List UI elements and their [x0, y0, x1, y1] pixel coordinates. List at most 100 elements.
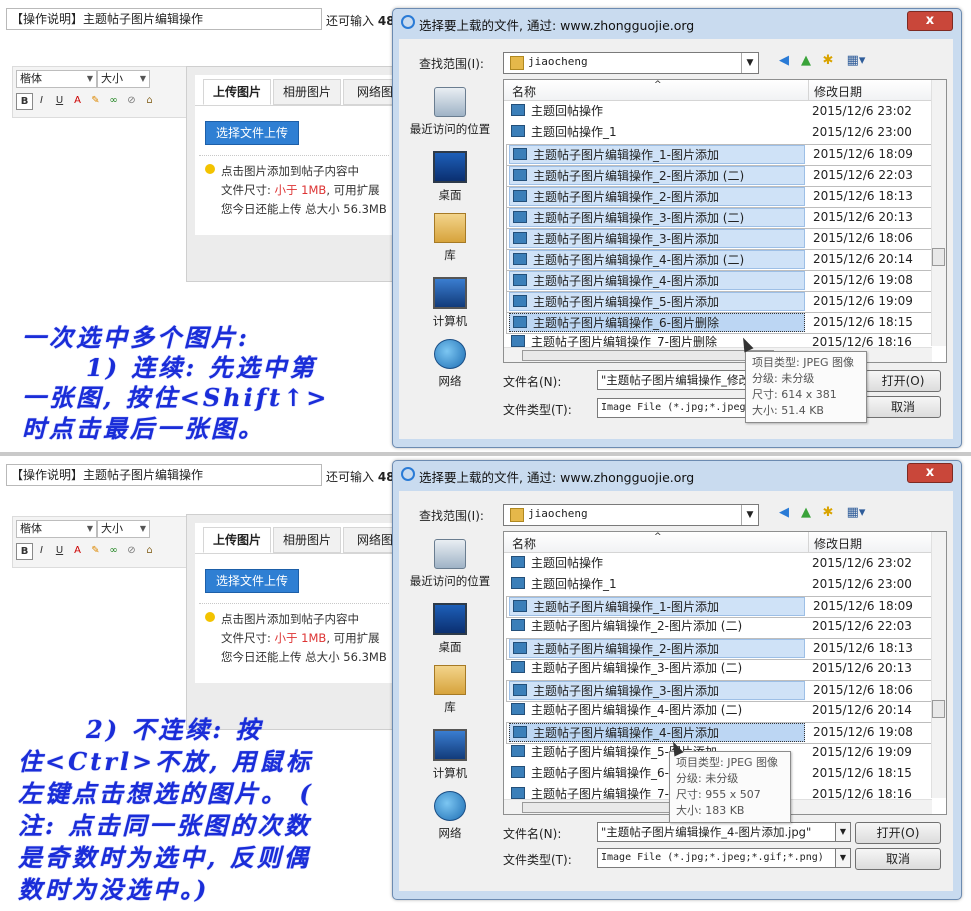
- column-name[interactable]: 名称: [512, 535, 536, 552]
- place-library[interactable]: 库: [407, 665, 493, 715]
- file-row[interactable]: 主题帖子图片编辑操作_2-图片添加 (二) 2015/12/6 22:03: [506, 165, 937, 187]
- file-row[interactable]: 主题回帖操作_1 2015/12/6 23:00: [506, 575, 932, 595]
- scroll-thumb[interactable]: [932, 700, 945, 718]
- column-separator: [808, 80, 809, 100]
- close-button[interactable]: x: [907, 11, 953, 31]
- file-row[interactable]: 主题帖子图片编辑操作_6-图片删除 2015/12/6 18:15: [506, 312, 937, 334]
- unlink-icon[interactable]: ⊘: [124, 93, 139, 108]
- back-icon[interactable]: ◀: [775, 504, 793, 522]
- file-date-cell: 2015/12/6 20:13: [812, 661, 912, 675]
- file-row[interactable]: 主题帖子图片编辑操作_2-图片添加 2015/12/6 18:13: [506, 638, 937, 660]
- file-name-cell: 主题回帖操作: [508, 102, 804, 121]
- open-button[interactable]: 打开(O): [865, 370, 941, 392]
- file-row[interactable]: 主题帖子图片编辑操作_3-图片添加 2015/12/6 18:06: [506, 680, 937, 702]
- column-name[interactable]: 名称: [512, 83, 536, 100]
- file-row[interactable]: 主题帖子图片编辑操作_1-图片添加 2015/12/6 18:09: [506, 144, 937, 166]
- filetype-select[interactable]: Image File (*.jpg;*.jpeg: [597, 398, 750, 418]
- file-row[interactable]: 主题帖子图片编辑操作_4-图片添加 (二) 2015/12/6 20:14: [506, 249, 937, 271]
- place-recent[interactable]: 最近访问的位置: [407, 87, 493, 137]
- file-row[interactable]: 主题帖子图片编辑操作_3-图片添加 (二) 2015/12/6 20:13: [506, 659, 932, 679]
- chevron-down-icon[interactable]: ▼: [835, 848, 851, 868]
- up-folder-icon[interactable]: ▲: [797, 504, 815, 522]
- place-computer[interactable]: 计算机: [407, 277, 493, 329]
- tab-upload-image[interactable]: 上传图片: [203, 527, 271, 553]
- italic-button[interactable]: I: [34, 543, 49, 558]
- file-row[interactable]: 主题帖子图片编辑操作_2-图片添加 (二) 2015/12/6 22:03: [506, 617, 932, 637]
- file-date-cell: 2015/12/6 18:06: [813, 683, 913, 697]
- view-menu-icon[interactable]: ▦▾: [843, 52, 869, 70]
- font-color-button[interactable]: A: [70, 543, 85, 558]
- format-brush-icon[interactable]: ⌂: [142, 93, 157, 108]
- vertical-scrollbar[interactable]: [931, 80, 946, 346]
- close-button[interactable]: x: [907, 463, 953, 483]
- new-folder-icon[interactable]: ✱: [819, 52, 837, 70]
- chevron-down-icon[interactable]: ▼: [835, 822, 851, 842]
- vertical-scrollbar[interactable]: [931, 532, 946, 798]
- link-icon[interactable]: ∞: [106, 543, 121, 558]
- file-row[interactable]: 主题回帖操作 2015/12/6 23:02: [506, 102, 932, 122]
- file-row[interactable]: 主题帖子图片编辑操作_4-图片添加 (二) 2015/12/6 20:14: [506, 701, 932, 721]
- size-select[interactable]: 大小 ▼: [97, 520, 150, 538]
- horizontal-scrollbar[interactable]: [504, 347, 932, 362]
- italic-button[interactable]: I: [34, 93, 49, 108]
- back-icon[interactable]: ◀: [775, 52, 793, 70]
- font-select[interactable]: 楷体 ▼: [16, 520, 97, 538]
- font-select[interactable]: 楷体 ▼: [16, 70, 97, 88]
- file-row[interactable]: 主题帖子图片编辑操作_1-图片添加 2015/12/6 18:09: [506, 596, 937, 618]
- cancel-button[interactable]: 取消: [865, 396, 941, 418]
- underline-button[interactable]: U: [52, 93, 67, 108]
- place-recent[interactable]: 最近访问的位置: [407, 539, 493, 589]
- filename-label: 文件名(N):: [503, 375, 562, 389]
- image-file-icon: [511, 104, 525, 116]
- cancel-button[interactable]: 取消: [855, 848, 941, 870]
- file-row[interactable]: 主题回帖操作_1 2015/12/6 23:00: [506, 123, 932, 143]
- tab-album-image[interactable]: 相册图片: [273, 79, 341, 105]
- lookin-select[interactable]: jiaocheng ▼: [503, 504, 759, 526]
- place-library[interactable]: 库: [407, 213, 493, 263]
- file-row[interactable]: 主题帖子图片编辑操作_4-图片添加 2015/12/6 19:08: [506, 270, 937, 292]
- image-file-icon: [511, 619, 525, 631]
- file-row[interactable]: 主题帖子图片编辑操作_4-图片添加 2015/12/6 19:08: [506, 722, 937, 744]
- upload-tip-3: 您今日还能上传 总大小 56.3MB: [221, 650, 387, 664]
- filename-input[interactable]: "主题帖子图片编辑操作_4-图片添加.jpg": [597, 822, 838, 842]
- underline-button[interactable]: U: [52, 543, 67, 558]
- tab-upload-image[interactable]: 上传图片: [203, 79, 271, 105]
- place-desktop[interactable]: 桌面: [407, 151, 493, 203]
- highlight-icon[interactable]: ✎: [88, 93, 103, 108]
- filetype-select[interactable]: Image File (*.jpg;*.jpeg;*.gif;*.png): [597, 848, 838, 868]
- view-menu-icon[interactable]: ▦▾: [843, 504, 869, 522]
- choose-file-upload-button[interactable]: 选择文件上传: [205, 121, 299, 145]
- column-date[interactable]: 修改日期: [814, 535, 862, 552]
- lookin-select[interactable]: jiaocheng ▼: [503, 52, 759, 74]
- new-folder-icon[interactable]: ✱: [819, 504, 837, 522]
- size-select[interactable]: 大小 ▼: [97, 70, 150, 88]
- post-title-input[interactable]: 【操作说明】主题帖子图片编辑操作: [6, 8, 322, 30]
- link-icon[interactable]: ∞: [106, 93, 121, 108]
- up-folder-icon[interactable]: ▲: [797, 52, 815, 70]
- place-network[interactable]: 网络: [407, 791, 493, 841]
- filename-input[interactable]: "主题帖子图片编辑操作_修改: [597, 370, 750, 390]
- open-button[interactable]: 打开(O): [855, 822, 941, 844]
- image-file-icon: [511, 766, 525, 778]
- highlight-icon[interactable]: ✎: [88, 543, 103, 558]
- post-title-input[interactable]: 【操作说明】主题帖子图片编辑操作: [6, 464, 322, 486]
- file-row[interactable]: 主题帖子图片编辑操作_3-图片添加 2015/12/6 18:06: [506, 228, 937, 250]
- unlink-icon[interactable]: ⊘: [124, 543, 139, 558]
- file-date-cell: 2015/12/6 18:13: [813, 641, 913, 655]
- scroll-thumb[interactable]: [522, 350, 774, 361]
- format-brush-icon[interactable]: ⌂: [142, 543, 157, 558]
- scroll-thumb[interactable]: [932, 248, 945, 266]
- file-row[interactable]: 主题帖子图片编辑操作_5-图片添加 2015/12/6 19:09: [506, 291, 937, 313]
- place-computer[interactable]: 计算机: [407, 729, 493, 781]
- file-row[interactable]: 主题帖子图片编辑操作_2-图片添加 2015/12/6 18:13: [506, 186, 937, 208]
- bold-button[interactable]: B: [16, 93, 33, 110]
- bold-button[interactable]: B: [16, 543, 33, 560]
- file-row[interactable]: 主题帖子图片编辑操作_3-图片添加 (二) 2015/12/6 20:13: [506, 207, 937, 229]
- tab-album-image[interactable]: 相册图片: [273, 527, 341, 553]
- place-network[interactable]: 网络: [407, 339, 493, 389]
- choose-file-upload-button[interactable]: 选择文件上传: [205, 569, 299, 593]
- place-desktop[interactable]: 桌面: [407, 603, 493, 655]
- column-date[interactable]: 修改日期: [814, 83, 862, 100]
- file-row[interactable]: 主题回帖操作 2015/12/6 23:02: [506, 554, 932, 574]
- font-color-button[interactable]: A: [70, 93, 85, 108]
